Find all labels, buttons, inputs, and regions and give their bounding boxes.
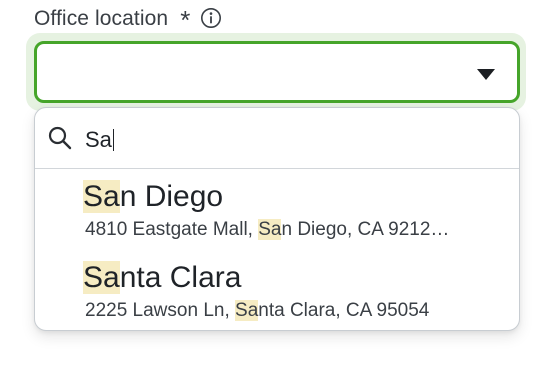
match-highlight: Sa [83,261,120,294]
option-address: 4810 Eastgate Mall, San Diego, CA 9212… [85,218,495,242]
field-label-row: Office location * [34,4,222,34]
option-address-rest: nta Clara, CA 95054 [258,300,430,321]
dropdown-menu: Sa San Diego 4810 Eastgate Mall, San Die… [34,107,520,331]
option-santa-clara[interactable]: Santa Clara 2225 Lawson Ln, Santa Clara,… [35,250,519,330]
option-title-rest: n Diego [119,180,224,213]
match-highlight: Sa [235,300,259,321]
match-highlight: Sa [83,180,120,213]
search-input[interactable]: Sa [85,125,115,153]
option-title: Santa Clara [83,260,241,296]
info-icon[interactable] [200,7,222,29]
caret-down-icon[interactable] [477,69,495,80]
option-san-diego[interactable]: San Diego 4810 Eastgate Mall, San Diego,… [35,170,519,250]
option-address-pre: 2225 Lawson Ln, [85,300,236,321]
option-title: San Diego [83,179,223,215]
search-input-value: Sa [85,127,112,152]
search-icon [48,126,72,150]
option-title-rest: nta Clara [119,261,242,294]
office-location-select[interactable] [34,41,520,103]
dropdown-search-row: Sa [35,108,519,169]
text-cursor [112,129,115,151]
option-address-pre: 4810 Eastgate Mall, [85,219,259,240]
required-asterisk: * [180,5,191,35]
field-label: Office location [34,7,169,30]
option-address: 2225 Lawson Ln, Santa Clara, CA 95054 [85,299,495,323]
focus-ring [26,33,526,111]
match-highlight: Sa [258,219,282,240]
option-address-rest: n Diego, CA 9212… [281,219,450,240]
